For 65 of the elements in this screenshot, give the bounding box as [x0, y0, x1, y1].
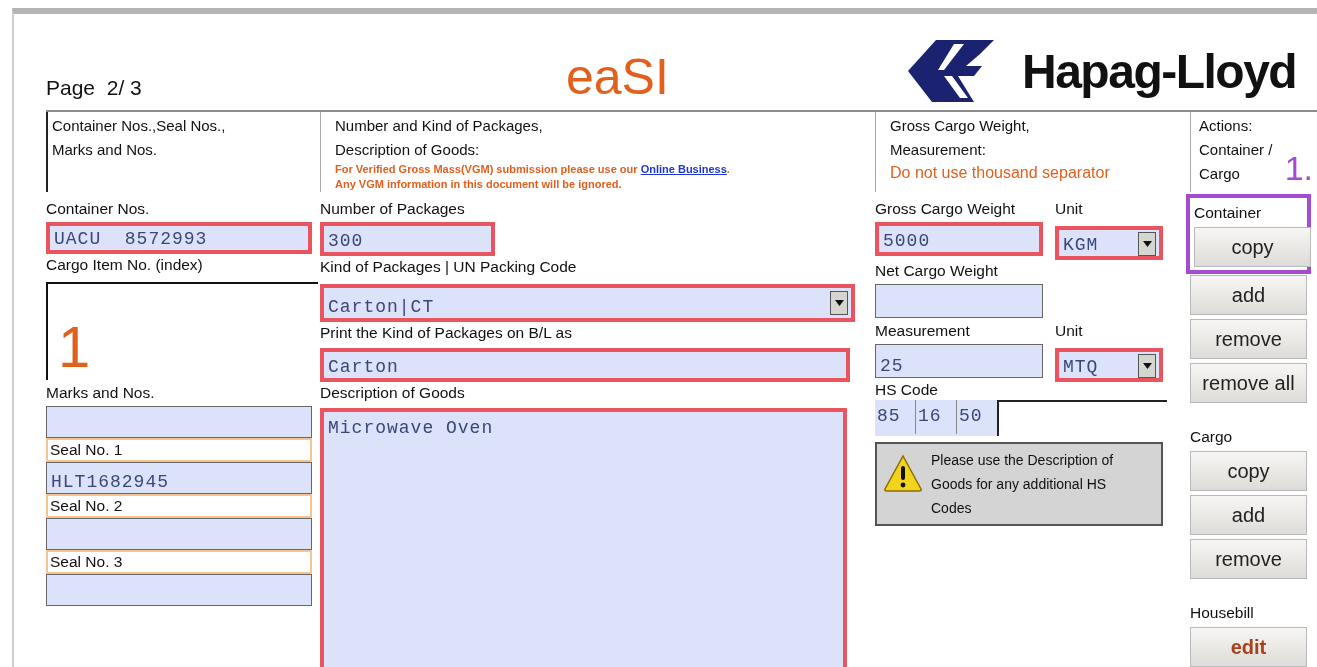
field-label: Seal No. 3 — [46, 550, 312, 574]
action-button[interactable]: remove all — [1190, 363, 1307, 403]
notice-text: Please use the Description of Goods for any additional HS Codes — [931, 451, 1115, 518]
field-label: Number of Packages — [320, 199, 466, 219]
field-label: Seal No. 2 — [46, 494, 312, 518]
field-label: Unit — [1055, 321, 1084, 341]
warning-icon — [883, 454, 923, 492]
input-field[interactable] — [46, 406, 312, 438]
field-label: Description of Goods — [320, 383, 466, 403]
action-button[interactable]: copy — [1190, 451, 1307, 491]
logo-wordmark: Hapag-Lloyd — [1022, 43, 1297, 99]
caret-icon — [834, 300, 844, 306]
input-field[interactable]: 25 — [875, 344, 1043, 378]
caret-icon — [1142, 363, 1152, 369]
dropdown-field[interactable]: Carton|CT — [320, 284, 855, 322]
input-field[interactable]: 300 — [320, 222, 495, 256]
vgm-note: For Verified Gross Mass(VGM) submission please use our Online Business. Any VGM information in this document will be ignored. — [335, 162, 731, 192]
form-title: eaSI — [566, 48, 670, 106]
field-label: Kind of Packages | UN Packing Code — [320, 257, 578, 277]
dropdown-field[interactable]: MTQ — [1055, 348, 1163, 382]
action-button[interactable]: add — [1190, 275, 1307, 315]
online-business-link[interactable]: Online Business — [640, 163, 727, 175]
caret-icon — [1142, 241, 1152, 247]
action-button[interactable]: add — [1190, 495, 1307, 535]
text-area[interactable]: Microwave Oven — [320, 408, 847, 667]
action-button[interactable]: remove — [1190, 319, 1307, 359]
field-label: Measurement — [875, 321, 971, 341]
field-label: Marks and Nos. — [46, 383, 156, 403]
field-label: Net Cargo Weight — [875, 261, 999, 281]
input-field[interactable]: 5000 — [875, 222, 1043, 256]
logo-icon — [908, 40, 994, 102]
input-field[interactable] — [46, 518, 312, 550]
column-heading: Container Nos.,Seal Nos., Marks and Nos. — [52, 116, 226, 160]
input-field[interactable]: UACU 8572993 — [46, 222, 312, 254]
column-heading: Actions: Container / Cargo — [1199, 116, 1273, 184]
input-field[interactable] — [46, 574, 312, 606]
dropdown-button[interactable] — [1138, 354, 1156, 378]
field-label: Gross Cargo Weight — [875, 199, 1017, 219]
field-label: Container Nos. — [46, 199, 151, 219]
group-label: Container — [1194, 203, 1263, 223]
column-heading: Number and Kind of Packages, Description of Goods: — [335, 116, 543, 160]
group-label: Housebill — [1190, 603, 1255, 623]
field-label: Print the Kind of Packages on B/L as — [320, 323, 573, 343]
field-label: Unit — [1055, 199, 1084, 219]
action-button[interactable]: copy — [1194, 227, 1311, 267]
input-field[interactable]: 50 — [957, 400, 997, 434]
action-button[interactable]: edit — [1190, 627, 1307, 667]
dropdown-button[interactable] — [830, 291, 848, 315]
input-field[interactable] — [875, 284, 1043, 318]
annotation-number: 1. — [1284, 150, 1313, 186]
field-label: Seal No. 1 — [46, 438, 312, 462]
dropdown-field[interactable]: KGM — [1055, 226, 1163, 260]
column-heading: Gross Cargo Weight, Measurement: — [890, 116, 1030, 160]
action-button[interactable]: remove — [1190, 539, 1307, 579]
warning-text: Do not use thousand separator — [890, 163, 1111, 183]
input-field[interactable]: HLT1682945 — [46, 462, 312, 494]
page-indicator: Page 2/ 3 — [46, 76, 143, 100]
input-field[interactable]: 16 — [916, 400, 957, 434]
field-label: Cargo Item No. (index) — [46, 255, 204, 275]
group-label: Cargo — [1190, 427, 1234, 447]
input-field[interactable]: Carton — [320, 348, 850, 382]
cargo-index: 1 — [58, 314, 91, 380]
dropdown-button[interactable] — [1138, 232, 1156, 256]
field-label: HS Code — [875, 382, 939, 400]
input-field[interactable]: 85 — [875, 400, 916, 434]
